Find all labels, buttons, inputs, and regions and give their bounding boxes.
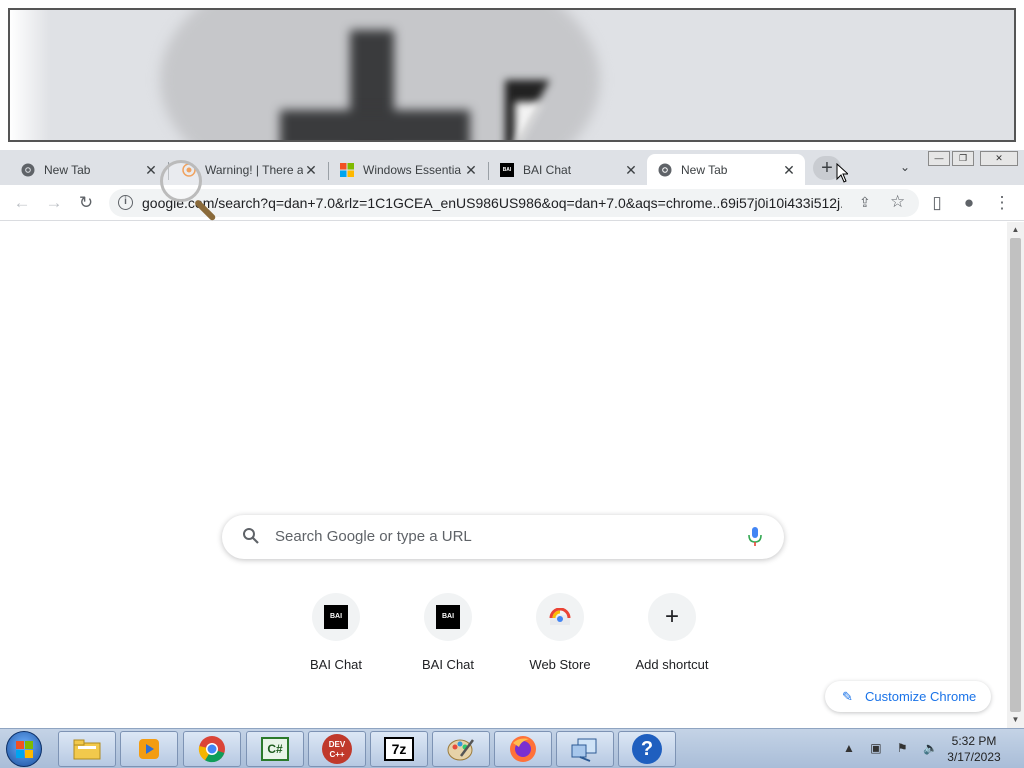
tab-title: Windows Essentia xyxy=(363,162,462,177)
shortcut-bai-chat-2[interactable]: BAI BAI Chat xyxy=(392,593,504,679)
plus-icon: + xyxy=(664,603,679,630)
browser-toolbar: ← → ↻ i google.com/search?q=dan+7.0&rlz=… xyxy=(0,185,1024,221)
tab-title: Warning! | There a xyxy=(205,162,303,177)
scroll-up-arrow-icon[interactable]: ▲ xyxy=(1007,222,1024,238)
address-bar[interactable]: i google.com/search?q=dan+7.0&rlz=1C1GCE… xyxy=(109,189,919,217)
shortcut-tile[interactable]: BAI xyxy=(312,593,360,641)
shortcut-bai-chat-1[interactable]: BAI BAI Chat xyxy=(280,593,392,679)
shortcut-tile[interactable]: + xyxy=(648,593,696,641)
magnifier-view xyxy=(8,8,1016,142)
taskbar-chrome[interactable] xyxy=(183,731,241,767)
shortcut-tile[interactable] xyxy=(536,593,584,641)
help-icon: ? xyxy=(632,734,662,764)
mouse-cursor-icon xyxy=(836,163,848,183)
search-icon xyxy=(243,528,259,544)
reload-button[interactable]: ↻ xyxy=(75,192,97,214)
search-box[interactable]: Search Google or type a URL xyxy=(222,515,784,559)
shortcut-add[interactable]: + Add shortcut xyxy=(616,593,728,679)
windows-logo-icon xyxy=(16,741,33,758)
clock-time: 5:32 PM xyxy=(951,734,997,748)
forward-button[interactable]: → xyxy=(43,192,65,214)
clock-date: 3/17/2023 xyxy=(947,750,1001,764)
magnified-cursor-fill xyxy=(515,102,543,140)
magnified-plus-icon-bar xyxy=(280,110,470,140)
tab-search-button[interactable]: ⌄ xyxy=(895,157,915,177)
scroll-thumb[interactable] xyxy=(1010,238,1021,712)
taskbar-csharp-ide[interactable]: C# xyxy=(246,731,304,767)
back-button[interactable]: ← xyxy=(11,192,33,214)
file-explorer-icon xyxy=(73,739,101,760)
tab-bai-chat[interactable]: BAI BAI Chat ✕ xyxy=(489,154,647,185)
screen: New Tab ✕ Warning! | There a ✕ Windows E… xyxy=(0,0,1024,768)
csharp-ide-icon: C# xyxy=(261,737,289,761)
start-button[interactable] xyxy=(6,731,42,767)
taskbar-7zip[interactable]: 7z xyxy=(370,731,428,767)
shortcut-label: BAI Chat xyxy=(309,657,363,672)
7zip-icon: 7z xyxy=(384,737,414,761)
search-input[interactable]: Search Google or type a URL xyxy=(275,528,472,545)
taskbar-media-player[interactable] xyxy=(120,731,178,767)
tab-strip: New Tab ✕ Warning! | There a ✕ Windows E… xyxy=(0,150,1024,185)
minimize-button[interactable]: — xyxy=(928,151,950,166)
tab-windows-essentials[interactable]: Windows Essentia ✕ xyxy=(329,154,487,185)
restore-button[interactable]: ❐ xyxy=(952,151,974,166)
shortcut-label: Web Store xyxy=(529,657,591,672)
microsoft-icon xyxy=(339,162,355,178)
tab-new-tab-1[interactable]: New Tab ✕ xyxy=(0,154,167,185)
tab-new-tab-active[interactable]: New Tab ✕ xyxy=(647,154,805,185)
system-clock[interactable]: 5:32 PM 3/17/2023 xyxy=(938,733,1010,765)
tab-title: BAI Chat xyxy=(523,162,572,177)
magnifier-cursor-icon xyxy=(160,160,202,202)
paint-icon xyxy=(447,739,474,761)
site-info-icon[interactable]: i xyxy=(118,195,133,210)
shortcut-tile[interactable]: BAI xyxy=(424,593,472,641)
share-icon[interactable]: ⇪ xyxy=(859,194,871,211)
chrome-icon xyxy=(20,162,36,178)
tab-close-icon[interactable]: ✕ xyxy=(463,162,479,178)
taskbar-file-explorer[interactable] xyxy=(58,731,116,767)
bai-logo-icon: BAI xyxy=(324,605,348,629)
firefox-icon xyxy=(510,736,536,762)
customize-chrome-button[interactable]: ✎ Customize Chrome xyxy=(825,681,991,712)
profile-button[interactable]: ● xyxy=(958,192,980,214)
web-store-icon xyxy=(549,608,571,625)
tab-close-icon[interactable]: ✕ xyxy=(623,162,639,178)
shortcut-label: Add shortcut xyxy=(635,657,709,672)
tab-close-icon[interactable]: ✕ xyxy=(781,162,797,178)
bookmark-star-icon[interactable]: ☆ xyxy=(890,192,905,212)
taskbar-paint[interactable] xyxy=(432,731,490,767)
tab-title: New Tab xyxy=(44,162,91,177)
microphone-icon[interactable] xyxy=(748,527,762,547)
side-panel-button[interactable]: ▯ xyxy=(926,192,948,214)
devcpp-icon: DEV C++ xyxy=(322,734,352,764)
bai-logo-icon: BAI xyxy=(436,605,460,629)
taskbar-help[interactable]: ? xyxy=(618,731,676,767)
scroll-down-arrow-icon[interactable]: ▼ xyxy=(1007,712,1024,728)
tab-close-icon[interactable]: ✕ xyxy=(303,162,319,178)
menu-button[interactable]: ⋮ xyxy=(991,192,1013,214)
customize-label: Customize Chrome xyxy=(865,689,977,704)
vertical-scrollbar[interactable]: ▲ ▼ xyxy=(1007,222,1024,728)
bai-favicon: BAI xyxy=(500,162,514,177)
shortcut-label: BAI Chat xyxy=(421,657,475,672)
chrome-icon xyxy=(198,736,225,763)
tab-title: New Tab xyxy=(681,162,728,177)
taskbar-devcpp[interactable]: DEV C++ xyxy=(308,731,366,767)
media-player-icon xyxy=(139,739,159,759)
shortcut-web-store[interactable]: Web Store xyxy=(504,593,616,679)
close-window-button[interactable]: ✕ xyxy=(980,151,1018,166)
tab-close-icon[interactable]: ✕ xyxy=(143,162,159,178)
magnifier-edge xyxy=(10,10,50,140)
bai-icon: BAI xyxy=(499,162,515,178)
new-tab-page: Search Google or type a URL BAI BAI Chat… xyxy=(0,222,1007,728)
taskbar-network-tool[interactable] xyxy=(556,731,614,767)
url-text[interactable]: google.com/search?q=dan+7.0&rlz=1C1GCEA_… xyxy=(142,195,842,211)
taskbar: C# DEV C++ 7z ? ▲ ▣ ⚑ 🔈 5:32 PM 3/17/202… xyxy=(0,728,1024,768)
chrome-icon xyxy=(657,162,673,178)
network-icon xyxy=(571,738,597,762)
taskbar-firefox[interactable] xyxy=(494,731,552,767)
pencil-icon: ✎ xyxy=(842,689,853,704)
tray-icons[interactable]: ▲ ▣ ⚑ 🔈 xyxy=(843,741,944,755)
